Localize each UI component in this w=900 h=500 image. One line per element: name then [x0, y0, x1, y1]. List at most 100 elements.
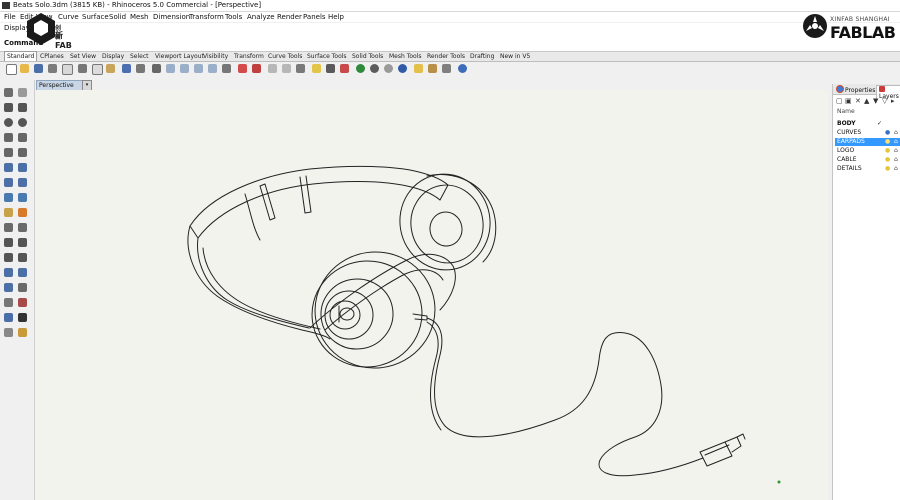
copy-icon[interactable] [92, 64, 103, 75]
color-wheel-icon[interactable] [356, 64, 365, 73]
menu-file[interactable]: File [4, 13, 16, 21]
rotate-icon[interactable] [18, 283, 27, 292]
pan-hand-icon[interactable] [136, 64, 145, 73]
layer-visible-bulb-icon[interactable]: ● [885, 165, 890, 173]
print-icon[interactable] [48, 64, 57, 73]
layer-visible-bulb-icon[interactable]: ● [885, 129, 890, 137]
tab-standard[interactable]: Standard [4, 51, 38, 61]
menu-render[interactable]: Render [277, 13, 302, 21]
cut-icon[interactable] [78, 64, 87, 73]
fillet-icon[interactable] [18, 148, 27, 157]
menu-surface[interactable]: Surface [82, 13, 109, 21]
render-tool-icon[interactable] [18, 328, 27, 337]
tab-select[interactable]: Select [128, 52, 151, 61]
polyline-icon[interactable] [4, 103, 13, 112]
tab-viewport-layout[interactable]: Viewport Layout [153, 52, 206, 61]
array-icon[interactable] [4, 268, 13, 277]
layer-row-logo[interactable]: LOGO ● ⌂ [835, 147, 900, 155]
split-icon[interactable] [18, 223, 27, 232]
polygon-icon[interactable] [4, 148, 13, 157]
surface-icon[interactable] [4, 163, 13, 172]
undo-icon[interactable] [122, 64, 131, 73]
mirror-icon[interactable] [18, 268, 27, 277]
explode-icon[interactable] [18, 208, 27, 217]
layer-visible-bulb-icon[interactable]: ● [885, 156, 890, 164]
light-tool-icon[interactable] [4, 208, 13, 217]
tab-display[interactable]: Display [100, 52, 126, 61]
move-down-icon[interactable]: ▼ [873, 97, 878, 105]
undo-view-icon[interactable] [222, 64, 231, 73]
box-icon[interactable] [4, 178, 13, 187]
boolean-icon[interactable] [4, 193, 13, 202]
dimension-icon[interactable] [18, 298, 27, 307]
help-icon[interactable] [458, 64, 467, 73]
properties-tool-icon[interactable] [4, 328, 13, 337]
tab-drafting[interactable]: Drafting [468, 52, 496, 61]
join-icon[interactable] [4, 238, 13, 247]
tab-transform[interactable]: Transform [232, 52, 266, 61]
circle-icon[interactable] [4, 118, 13, 127]
rotate-view-icon[interactable] [152, 64, 161, 73]
tab-visibility[interactable]: Visibility [201, 52, 230, 61]
tab-mesh-tools[interactable]: Mesh Tools [387, 52, 423, 61]
layer-lock-icon[interactable]: ⌂ [894, 156, 898, 164]
paste-icon[interactable] [106, 64, 115, 73]
menu-transform[interactable]: Transform [189, 13, 224, 21]
mesh-icon[interactable] [18, 193, 27, 202]
layer-row-body[interactable]: BODY ✓ [835, 120, 900, 128]
grid-icon[interactable] [4, 298, 13, 307]
layer-row-earpads[interactable]: EARPADS ● ⌂ [835, 138, 900, 146]
gear-icon[interactable] [428, 64, 437, 73]
layer-lock-icon[interactable]: ⌂ [894, 129, 898, 137]
move-up-icon[interactable]: ▲ [864, 97, 869, 105]
zoom-icon[interactable] [166, 64, 175, 73]
rectangle-icon[interactable] [18, 133, 27, 142]
ellipse-icon[interactable] [18, 118, 27, 127]
layer-visible-bulb-icon[interactable]: ● [885, 138, 890, 146]
import-icon[interactable] [62, 64, 73, 75]
tab-render-tools[interactable]: Render Tools [425, 52, 467, 61]
hide-icon[interactable] [282, 64, 291, 73]
zoom-extents-icon[interactable] [194, 64, 203, 73]
four-view-icon[interactable] [238, 64, 247, 73]
move-icon[interactable] [18, 253, 27, 262]
arc-icon[interactable] [4, 133, 13, 142]
environment-sphere-icon[interactable] [398, 64, 407, 73]
layer-lock-icon[interactable]: ⌂ [894, 147, 898, 155]
perspective-viewport[interactable] [35, 90, 828, 500]
save-icon[interactable] [34, 64, 43, 73]
tab-curve-tools[interactable]: Curve Tools [266, 52, 304, 61]
new-sublayer-icon[interactable]: ▣ [845, 97, 852, 105]
tab-new-in-v5[interactable]: New in V5 [498, 52, 532, 61]
check-icon[interactable] [18, 313, 27, 322]
tab-surface-tools[interactable]: Surface Tools [305, 52, 349, 61]
analyze-icon[interactable] [4, 313, 13, 322]
menu-panels[interactable]: Panels [303, 13, 326, 21]
filter-layers-icon[interactable]: ▽ [882, 97, 887, 105]
layer-row-details[interactable]: DETAILS ● ⌂ [835, 165, 900, 173]
layer-lock-icon[interactable]: ⌂ [894, 138, 898, 146]
open-folder-icon[interactable] [20, 64, 29, 73]
tab-set-view[interactable]: Set View [68, 52, 98, 61]
tab-properties[interactable]: Properties [836, 85, 875, 94]
layer-row-cable[interactable]: CABLE ● ⌂ [835, 156, 900, 164]
menu-curve[interactable]: Curve [58, 13, 79, 21]
menu-tools[interactable]: Tools [225, 13, 242, 21]
cplane-icon[interactable] [252, 64, 261, 73]
trim-icon[interactable] [4, 223, 13, 232]
loft-icon[interactable] [18, 163, 27, 172]
menu-mesh[interactable]: Mesh [130, 13, 148, 21]
layer-visible-bulb-icon[interactable]: ● [885, 147, 890, 155]
menu-solid[interactable]: Solid [109, 13, 126, 21]
curve-icon[interactable] [18, 103, 27, 112]
menu-dimension[interactable]: Dimension [153, 13, 190, 21]
point-icon[interactable] [18, 88, 27, 97]
lock-icon[interactable] [326, 64, 335, 73]
layer-row-curves[interactable]: CURVES ● ⌂ [835, 129, 900, 137]
new-layer-icon[interactable]: ▢ [836, 97, 843, 105]
menu-analyze[interactable]: Analyze [247, 13, 275, 21]
options-icon[interactable] [414, 64, 423, 73]
render-sphere-icon[interactable] [384, 64, 393, 73]
group-icon[interactable] [18, 238, 27, 247]
scale-icon[interactable] [4, 283, 13, 292]
